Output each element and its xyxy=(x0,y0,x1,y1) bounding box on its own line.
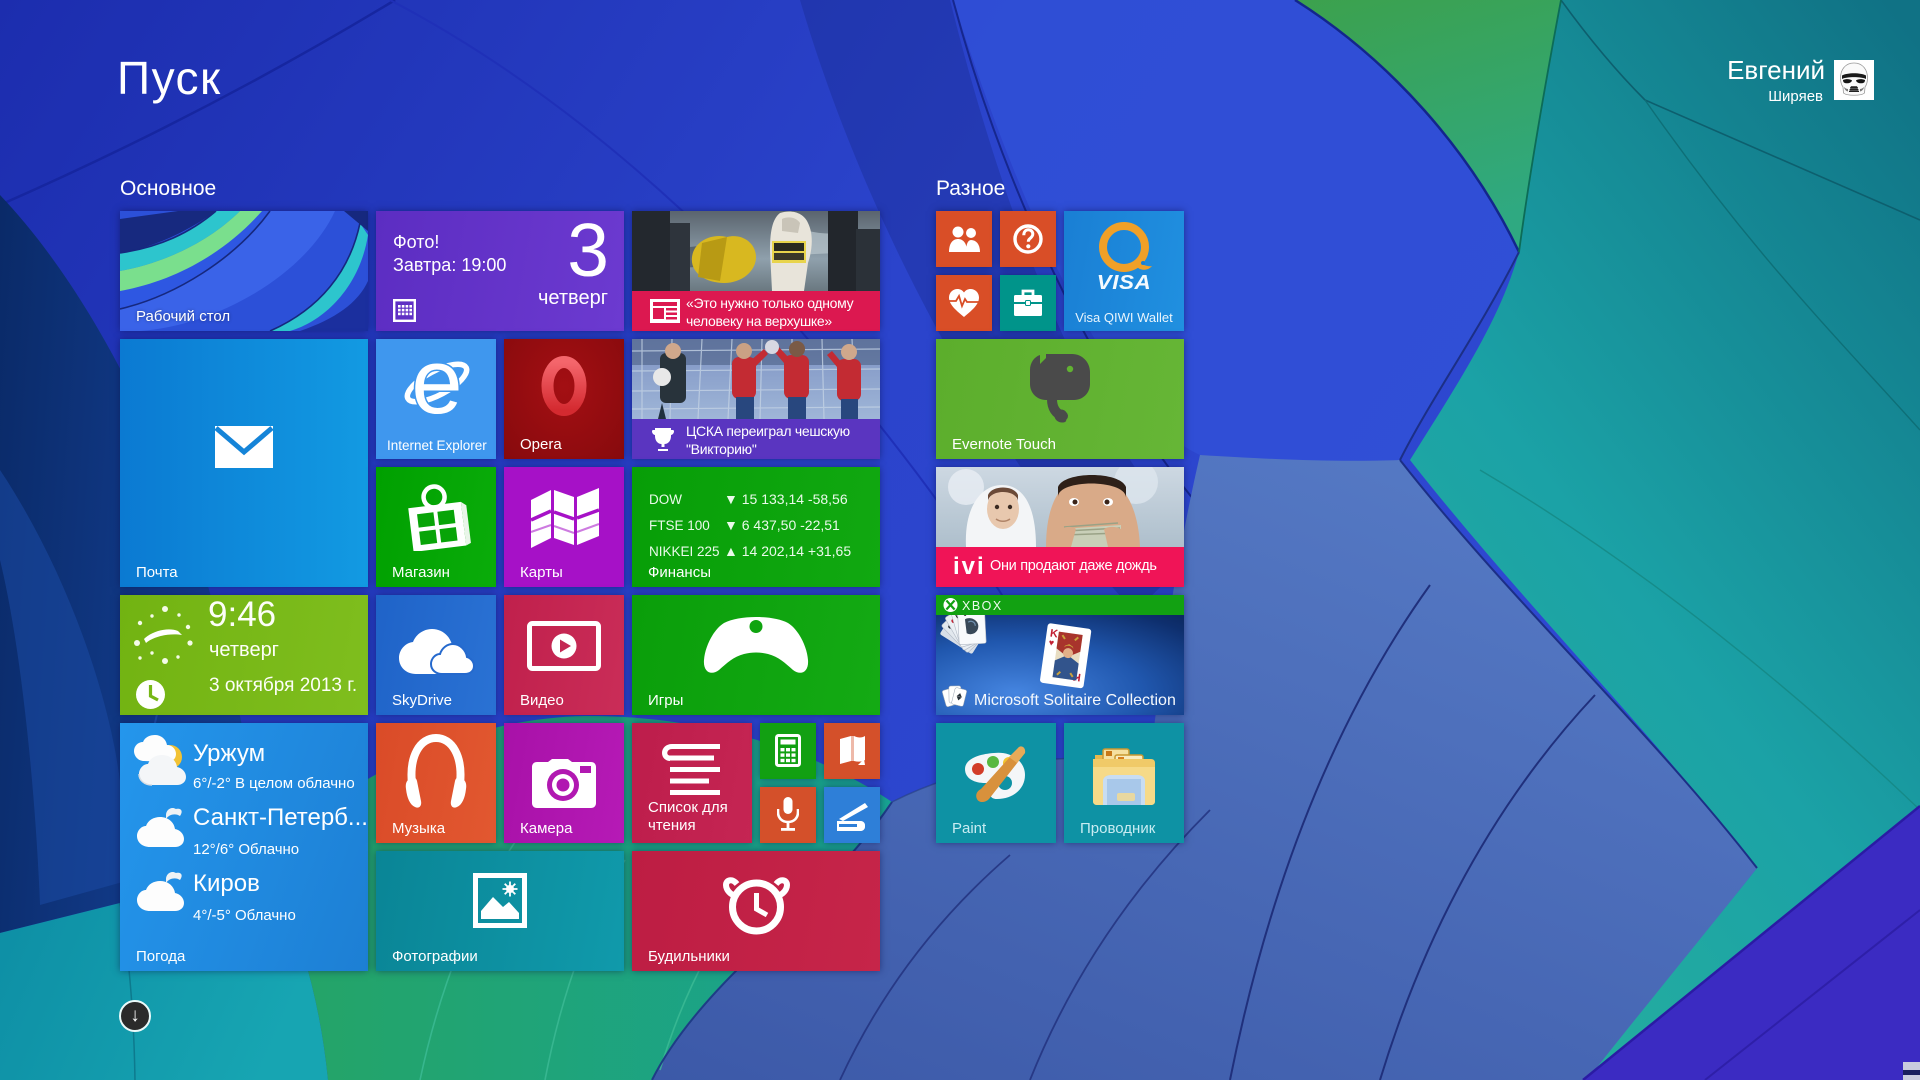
svg-text:e: e xyxy=(411,353,462,425)
svg-text:XBOX: XBOX xyxy=(962,599,1003,613)
svg-text:Microsoft Solitaire Collection: Microsoft Solitaire Collection xyxy=(974,692,1176,709)
